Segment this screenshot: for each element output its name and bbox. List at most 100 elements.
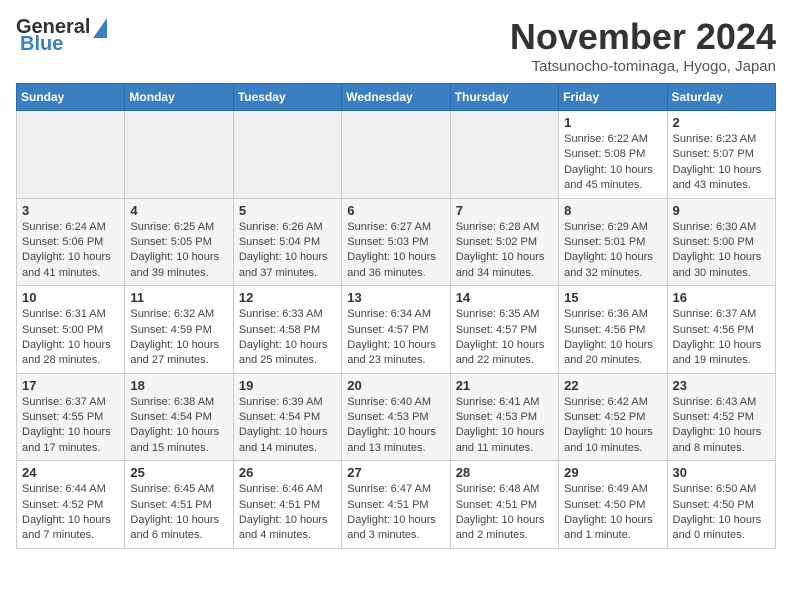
logo-arrow-icon bbox=[93, 18, 107, 38]
logo: General Blue bbox=[16, 16, 107, 56]
day-info: Sunrise: 6:42 AMSunset: 4:52 PMDaylight:… bbox=[564, 395, 661, 457]
day-number: 19 bbox=[239, 378, 336, 393]
day-number: 2 bbox=[673, 115, 770, 130]
day-info: Sunrise: 6:29 AMSunset: 5:01 PMDaylight:… bbox=[564, 220, 661, 282]
day-info: Sunrise: 6:39 AMSunset: 4:54 PMDaylight:… bbox=[239, 395, 336, 457]
calendar-day-cell: 4 Sunrise: 6:25 AMSunset: 5:05 PMDaylight… bbox=[125, 198, 233, 286]
day-number: 3 bbox=[22, 203, 119, 218]
day-number: 27 bbox=[347, 465, 444, 480]
day-info: Sunrise: 6:50 AMSunset: 4:50 PMDaylight:… bbox=[673, 482, 770, 544]
day-number: 9 bbox=[673, 203, 770, 218]
weekday-header-sunday: Sunday bbox=[17, 84, 125, 111]
weekday-header-tuesday: Tuesday bbox=[233, 84, 341, 111]
day-number: 16 bbox=[673, 290, 770, 305]
calendar-day-cell: 21Sunrise: 6:41 AMSunset: 4:53 PMDayligh… bbox=[450, 373, 558, 461]
weekday-header-wednesday: Wednesday bbox=[342, 84, 450, 111]
day-info: Sunrise: 6:48 AMSunset: 4:51 PMDaylight:… bbox=[456, 482, 553, 544]
calendar-day-cell: 24 Sunrise: 6:44 AMSunset: 4:52 PMDayligh… bbox=[17, 461, 125, 549]
day-number: 5 bbox=[239, 203, 336, 218]
day-info: Sunrise: 6:32 AMSunset: 4:59 PMDaylight:… bbox=[130, 307, 227, 369]
day-info: Sunrise: 6:37 AMSunset: 4:56 PMDaylight:… bbox=[673, 307, 770, 369]
day-info: Sunrise: 6:22 AMSunset: 5:08 PMDaylight:… bbox=[564, 132, 661, 194]
weekday-header-monday: Monday bbox=[125, 84, 233, 111]
day-number: 23 bbox=[673, 378, 770, 393]
calendar-table: SundayMondayTuesdayWednesdayThursdayFrid… bbox=[16, 83, 776, 549]
calendar-week-row: 24 Sunrise: 6:44 AMSunset: 4:52 PMDayligh… bbox=[17, 461, 776, 549]
calendar-day-cell: 1 Sunrise: 6:22 AMSunset: 5:08 PMDaylight… bbox=[559, 111, 667, 199]
calendar-week-row: 10 Sunrise: 6:31 AMSunset: 5:00 PMDayligh… bbox=[17, 286, 776, 374]
day-number: 20 bbox=[347, 378, 444, 393]
calendar-day-cell: 9 Sunrise: 6:30 AMSunset: 5:00 PMDaylight… bbox=[667, 198, 775, 286]
day-info: Sunrise: 6:26 AMSunset: 5:04 PMDaylight:… bbox=[239, 220, 336, 282]
day-number: 26 bbox=[239, 465, 336, 480]
weekday-header-friday: Friday bbox=[559, 84, 667, 111]
page-header: General Blue November 2024 Tatsunocho-to… bbox=[16, 16, 776, 75]
day-number: 4 bbox=[130, 203, 227, 218]
calendar-day-cell: 14 Sunrise: 6:35 AMSunset: 4:57 PMDayligh… bbox=[450, 286, 558, 374]
day-number: 13 bbox=[347, 290, 444, 305]
calendar-day-cell: 25Sunrise: 6:45 AMSunset: 4:51 PMDayligh… bbox=[125, 461, 233, 549]
day-number: 1 bbox=[564, 115, 661, 130]
calendar-day-cell: 18Sunrise: 6:38 AMSunset: 4:54 PMDayligh… bbox=[125, 373, 233, 461]
calendar-day-cell: 10 Sunrise: 6:31 AMSunset: 5:00 PMDayligh… bbox=[17, 286, 125, 374]
day-info: Sunrise: 6:24 AMSunset: 5:06 PMDaylight:… bbox=[22, 220, 119, 282]
day-info: Sunrise: 6:35 AMSunset: 4:57 PMDaylight:… bbox=[456, 307, 553, 369]
calendar-day-cell: 2 Sunrise: 6:23 AMSunset: 5:07 PMDaylight… bbox=[667, 111, 775, 199]
day-info: Sunrise: 6:45 AMSunset: 4:51 PMDaylight:… bbox=[130, 482, 227, 544]
day-info: Sunrise: 6:44 AMSunset: 4:52 PMDaylight:… bbox=[22, 482, 119, 544]
day-number: 15 bbox=[564, 290, 661, 305]
day-number: 22 bbox=[564, 378, 661, 393]
calendar-day-cell: 15 Sunrise: 6:36 AMSunset: 4:56 PMDayligh… bbox=[559, 286, 667, 374]
calendar-day-cell: 5 Sunrise: 6:26 AMSunset: 5:04 PMDaylight… bbox=[233, 198, 341, 286]
calendar-day-cell: 29 Sunrise: 6:49 AMSunset: 4:50 PMDayligh… bbox=[559, 461, 667, 549]
calendar-day-cell: 27 Sunrise: 6:47 AMSunset: 4:51 PMDayligh… bbox=[342, 461, 450, 549]
calendar-day-cell: 6 Sunrise: 6:27 AMSunset: 5:03 PMDaylight… bbox=[342, 198, 450, 286]
day-info: Sunrise: 6:40 AMSunset: 4:53 PMDaylight:… bbox=[347, 395, 444, 457]
day-info: Sunrise: 6:37 AMSunset: 4:55 PMDaylight:… bbox=[22, 395, 119, 457]
day-info: Sunrise: 6:34 AMSunset: 4:57 PMDaylight:… bbox=[347, 307, 444, 369]
calendar-day-cell: 30 Sunrise: 6:50 AMSunset: 4:50 PMDayligh… bbox=[667, 461, 775, 549]
day-info: Sunrise: 6:30 AMSunset: 5:00 PMDaylight:… bbox=[673, 220, 770, 282]
day-info: Sunrise: 6:49 AMSunset: 4:50 PMDaylight:… bbox=[564, 482, 661, 544]
calendar-day-cell: 13 Sunrise: 6:34 AMSunset: 4:57 PMDayligh… bbox=[342, 286, 450, 374]
day-info: Sunrise: 6:36 AMSunset: 4:56 PMDaylight:… bbox=[564, 307, 661, 369]
day-info: Sunrise: 6:25 AMSunset: 5:05 PMDaylight:… bbox=[130, 220, 227, 282]
day-number: 17 bbox=[22, 378, 119, 393]
day-info: Sunrise: 6:27 AMSunset: 5:03 PMDaylight:… bbox=[347, 220, 444, 282]
day-number: 30 bbox=[673, 465, 770, 480]
calendar-day-cell: 26 Sunrise: 6:46 AMSunset: 4:51 PMDayligh… bbox=[233, 461, 341, 549]
day-number: 6 bbox=[347, 203, 444, 218]
weekday-header-row: SundayMondayTuesdayWednesdayThursdayFrid… bbox=[17, 84, 776, 111]
calendar-week-row: 3 Sunrise: 6:24 AMSunset: 5:06 PMDaylight… bbox=[17, 198, 776, 286]
day-number: 24 bbox=[22, 465, 119, 480]
day-number: 14 bbox=[456, 290, 553, 305]
calendar-day-cell: 20 Sunrise: 6:40 AMSunset: 4:53 PMDayligh… bbox=[342, 373, 450, 461]
calendar-day-cell: 8Sunrise: 6:29 AMSunset: 5:01 PMDaylight… bbox=[559, 198, 667, 286]
calendar-day-cell: 19 Sunrise: 6:39 AMSunset: 4:54 PMDayligh… bbox=[233, 373, 341, 461]
day-info: Sunrise: 6:43 AMSunset: 4:52 PMDaylight:… bbox=[673, 395, 770, 457]
day-number: 21 bbox=[456, 378, 553, 393]
day-info: Sunrise: 6:46 AMSunset: 4:51 PMDaylight:… bbox=[239, 482, 336, 544]
calendar-day-cell bbox=[450, 111, 558, 199]
calendar-week-row: 1 Sunrise: 6:22 AMSunset: 5:08 PMDaylight… bbox=[17, 111, 776, 199]
month-year-title: November 2024 bbox=[510, 16, 776, 58]
calendar-week-row: 17 Sunrise: 6:37 AMSunset: 4:55 PMDayligh… bbox=[17, 373, 776, 461]
weekday-header-saturday: Saturday bbox=[667, 84, 775, 111]
day-number: 7 bbox=[456, 203, 553, 218]
calendar-day-cell: 16 Sunrise: 6:37 AMSunset: 4:56 PMDayligh… bbox=[667, 286, 775, 374]
calendar-day-cell: 28 Sunrise: 6:48 AMSunset: 4:51 PMDayligh… bbox=[450, 461, 558, 549]
day-number: 28 bbox=[456, 465, 553, 480]
calendar-day-cell bbox=[342, 111, 450, 199]
calendar-day-cell: 3 Sunrise: 6:24 AMSunset: 5:06 PMDaylight… bbox=[17, 198, 125, 286]
day-info: Sunrise: 6:23 AMSunset: 5:07 PMDaylight:… bbox=[673, 132, 770, 194]
day-info: Sunrise: 6:28 AMSunset: 5:02 PMDaylight:… bbox=[456, 220, 553, 282]
calendar-day-cell bbox=[233, 111, 341, 199]
day-number: 10 bbox=[22, 290, 119, 305]
day-number: 29 bbox=[564, 465, 661, 480]
calendar-day-cell: 22 Sunrise: 6:42 AMSunset: 4:52 PMDayligh… bbox=[559, 373, 667, 461]
calendar-day-cell: 12Sunrise: 6:33 AMSunset: 4:58 PMDayligh… bbox=[233, 286, 341, 374]
day-info: Sunrise: 6:31 AMSunset: 5:00 PMDaylight:… bbox=[22, 307, 119, 369]
title-block: November 2024 Tatsunocho-tominaga, Hyogo… bbox=[510, 16, 776, 75]
day-number: 11 bbox=[130, 290, 227, 305]
day-info: Sunrise: 6:47 AMSunset: 4:51 PMDaylight:… bbox=[347, 482, 444, 544]
